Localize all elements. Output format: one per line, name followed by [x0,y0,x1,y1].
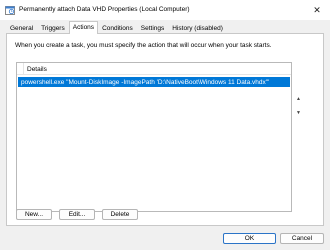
task-scheduler-icon [5,5,15,15]
delete-button[interactable]: Delete [102,209,138,220]
list-header: Details [17,63,291,75]
move-up-icon: ▲ [296,96,301,102]
move-down-button[interactable]: ▼ [293,108,304,118]
close-icon: ✕ [313,4,321,15]
details-column-header[interactable]: Details [27,66,47,73]
new-button[interactable]: New... [16,209,52,220]
move-down-icon: ▼ [296,110,301,116]
title-bar: Permanently attach Data VHD Properties (… [0,0,330,20]
properties-dialog: Permanently attach Data VHD Properties (… [0,0,330,250]
actions-panel: When you create a task, you must specify… [6,33,324,226]
action-details: powershell.exe "Mount-DiskImage -ImagePa… [21,79,270,86]
close-button[interactable]: ✕ [304,0,330,20]
window-title: Permanently attach Data VHD Properties (… [19,6,190,13]
tab-actions[interactable]: Actions [68,21,99,34]
header-divider [23,63,24,75]
action-row[interactable]: powershell.exe "Mount-DiskImage -ImagePa… [18,77,290,87]
cancel-button[interactable]: Cancel [280,233,324,244]
edit-button[interactable]: Edit... [59,209,95,220]
ok-button[interactable]: OK [223,233,276,244]
actions-description: When you create a task, you must specify… [15,42,272,49]
actions-list[interactable]: Details powershell.exe "Mount-DiskImage … [16,62,292,212]
move-up-button[interactable]: ▲ [293,94,304,104]
